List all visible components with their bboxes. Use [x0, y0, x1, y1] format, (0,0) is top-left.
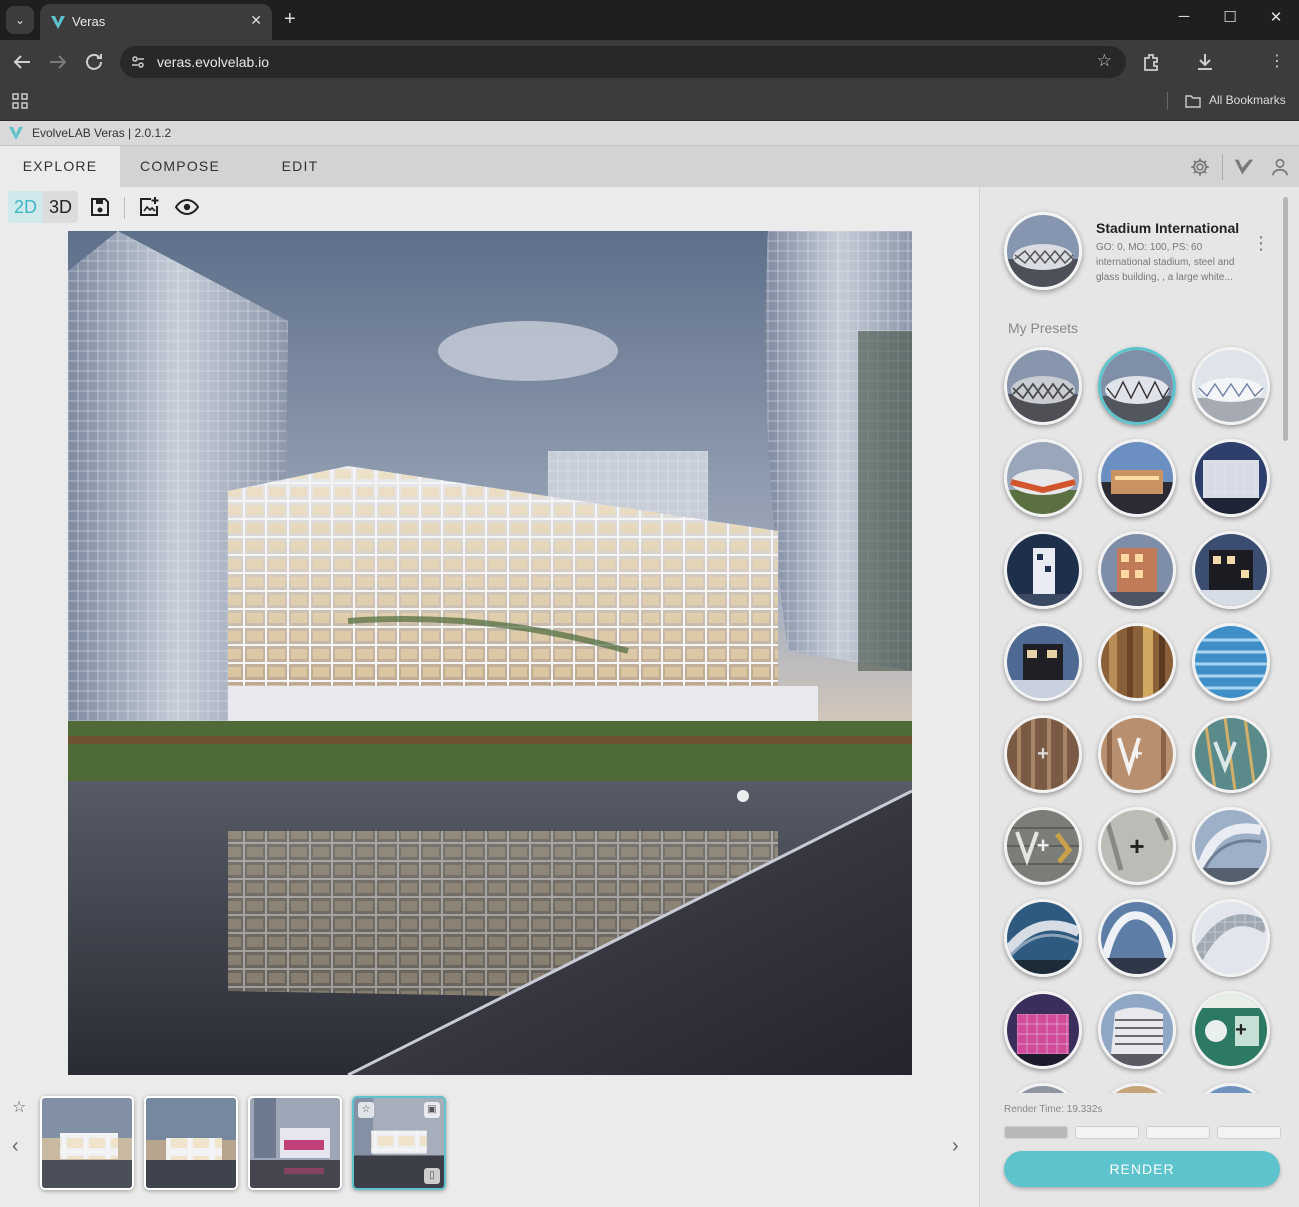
thumbnails-next-icon[interactable]: › — [952, 1135, 959, 1158]
preset-building-8[interactable] — [1098, 531, 1176, 609]
bookmark-star-icon[interactable]: ☆ — [1097, 51, 1112, 71]
preset-curved-21[interactable] — [1192, 899, 1270, 977]
preset-building-5[interactable] — [1098, 439, 1176, 517]
download-icon[interactable] — [1193, 50, 1217, 74]
batch-segment[interactable] — [1217, 1126, 1281, 1139]
app-window-title: EvolveLAB Veras | 2.0.1.2 — [32, 126, 172, 140]
batch-segment[interactable] — [1146, 1126, 1210, 1139]
add-image-icon[interactable] — [137, 195, 161, 219]
plus-logo-icon: + — [1129, 831, 1145, 861]
main-canvas-area: 2D 3D ☆ ‹ ☆ ▣ ▯ › — [0, 187, 979, 1207]
browser-toolbar: veras.evolvelab.io ☆ ⋮ — [0, 40, 1299, 113]
minimize-button[interactable]: ─ — [1169, 8, 1199, 25]
preset-logo-wood-14[interactable]: + — [1098, 715, 1176, 793]
favorite-star-icon[interactable]: ☆ — [12, 1097, 26, 1117]
preset-building-23[interactable] — [1098, 991, 1176, 1069]
thumbnail-star-icon[interactable]: ☆ — [358, 1102, 374, 1118]
preset-logo-green-24[interactable]: + — [1192, 991, 1270, 1069]
plus-logo-icon: + — [1131, 743, 1143, 765]
address-bar[interactable]: veras.evolvelab.io ☆ — [120, 46, 1126, 78]
veras-logo-icon — [9, 127, 23, 140]
mode-2d-button[interactable]: 2D — [8, 191, 43, 223]
preset-stadium-1[interactable] — [1004, 347, 1082, 425]
rendered-architecture-image[interactable] — [68, 231, 912, 1075]
plus-logo-icon: + — [1037, 743, 1049, 765]
bookmarks-divider — [1167, 92, 1168, 110]
thumbnail-delete-icon[interactable]: ▯ — [424, 1168, 440, 1184]
preset-logo-wood-13[interactable]: + — [1004, 715, 1082, 793]
browser-tab[interactable]: Veras ✕ — [40, 4, 272, 40]
browser-menu-icon[interactable]: ⋮ — [1265, 50, 1289, 74]
tab-edit[interactable]: EDIT — [240, 146, 360, 187]
preview-eye-icon[interactable] — [175, 195, 199, 219]
toolbar-divider — [124, 197, 125, 219]
sidebar-scrollbar[interactable] — [1283, 197, 1288, 441]
preset-logo-stone-16[interactable]: + — [1004, 807, 1082, 885]
history-thumbnail-selected[interactable]: ☆ ▣ ▯ — [352, 1096, 446, 1190]
veras-brand-icon[interactable] — [1233, 156, 1255, 178]
close-window-button[interactable]: ✕ — [1261, 8, 1291, 26]
featured-preset-details: GO: 0, MO: 100, PS: 60 international sta… — [1096, 240, 1242, 285]
featured-preset-description: international stadium, steel and glass b… — [1096, 257, 1235, 283]
batch-segment[interactable] — [1004, 1126, 1068, 1139]
mode-3d-button[interactable]: 3D — [43, 191, 78, 223]
presets-sidebar: Stadium International GO: 0, MO: 100, PS… — [979, 187, 1299, 1207]
preset-stadium-3[interactable] — [1192, 347, 1270, 425]
history-thumbnail[interactable] — [144, 1096, 238, 1190]
history-thumbnail[interactable] — [248, 1096, 342, 1190]
batch-segment[interactable] — [1075, 1126, 1139, 1139]
thumbnails-prev-icon[interactable]: ‹ — [12, 1135, 19, 1158]
browser-tab-strip: ⌄ Veras ✕ + ─ ☐ ✕ — [0, 0, 1299, 40]
plus-logo-icon: + — [1235, 1019, 1247, 1041]
maximize-button[interactable]: ☐ — [1215, 8, 1245, 26]
url-text: veras.evolvelab.io — [157, 54, 270, 70]
preset-logo-teal-15[interactable] — [1192, 715, 1270, 793]
tab-title: Veras — [72, 14, 106, 29]
preset-building-6[interactable] — [1192, 439, 1270, 517]
extensions-icon[interactable] — [1140, 50, 1164, 74]
preset-night-22[interactable] — [1004, 991, 1082, 1069]
preset-stadium-2-selected[interactable] — [1098, 347, 1176, 425]
more-options-icon[interactable]: ⋮ — [1252, 234, 1270, 252]
folder-icon — [1185, 95, 1201, 108]
veras-favicon-icon — [51, 16, 65, 29]
back-icon[interactable] — [10, 50, 34, 74]
presets-section-label: My Presets — [1008, 320, 1079, 336]
preset-logo-concrete-17[interactable]: + — [1098, 807, 1176, 885]
new-tab-button[interactable]: + — [284, 8, 296, 30]
preset-building-7[interactable] — [1004, 531, 1082, 609]
tab-search-button[interactable]: ⌄ — [6, 6, 34, 34]
header-divider — [1222, 154, 1223, 180]
featured-preset-image[interactable] — [1004, 212, 1082, 290]
apps-grid-icon[interactable] — [12, 93, 28, 109]
thumbnail-save-icon[interactable]: ▣ — [424, 1102, 440, 1118]
history-thumbnail[interactable] — [40, 1096, 134, 1190]
preset-building-9[interactable] — [1192, 531, 1270, 609]
render-button[interactable]: RENDER — [1004, 1151, 1280, 1187]
plus-logo-icon: + — [1036, 833, 1050, 858]
preset-stadium-4[interactable] — [1004, 439, 1082, 517]
preset-wood-11[interactable] — [1098, 623, 1176, 701]
tab-explore[interactable]: EXPLORE — [0, 146, 120, 187]
all-bookmarks-link[interactable]: All Bookmarks — [1209, 93, 1286, 107]
site-info-icon[interactable] — [130, 54, 146, 70]
preset-facade-12[interactable] — [1192, 623, 1270, 701]
preset-curved-19[interactable] — [1004, 899, 1082, 977]
preset-curved-18[interactable] — [1192, 807, 1270, 885]
app-tab-bar: EXPLORE COMPOSE EDIT — [0, 146, 1299, 187]
save-icon[interactable] — [88, 195, 112, 219]
preset-curved-20[interactable] — [1098, 899, 1176, 977]
featured-preset-meta: GO: 0, MO: 100, PS: 60 — [1096, 242, 1203, 253]
tab-close-icon[interactable]: ✕ — [250, 12, 262, 29]
reload-icon[interactable] — [82, 50, 106, 74]
bookmarks-bar: All Bookmarks — [0, 84, 1299, 121]
forward-icon[interactable] — [46, 50, 70, 74]
render-time-text: Render Time: 19.332s — [1004, 1104, 1103, 1115]
tab-compose[interactable]: COMPOSE — [120, 146, 240, 187]
app-titlebar: EvolveLAB Veras | 2.0.1.2 — [0, 121, 1299, 146]
user-account-icon[interactable] — [1269, 156, 1291, 178]
featured-preset-title: Stadium International — [1096, 220, 1240, 236]
settings-gear-icon[interactable] — [1189, 156, 1211, 178]
preset-building-10[interactable] — [1004, 623, 1082, 701]
